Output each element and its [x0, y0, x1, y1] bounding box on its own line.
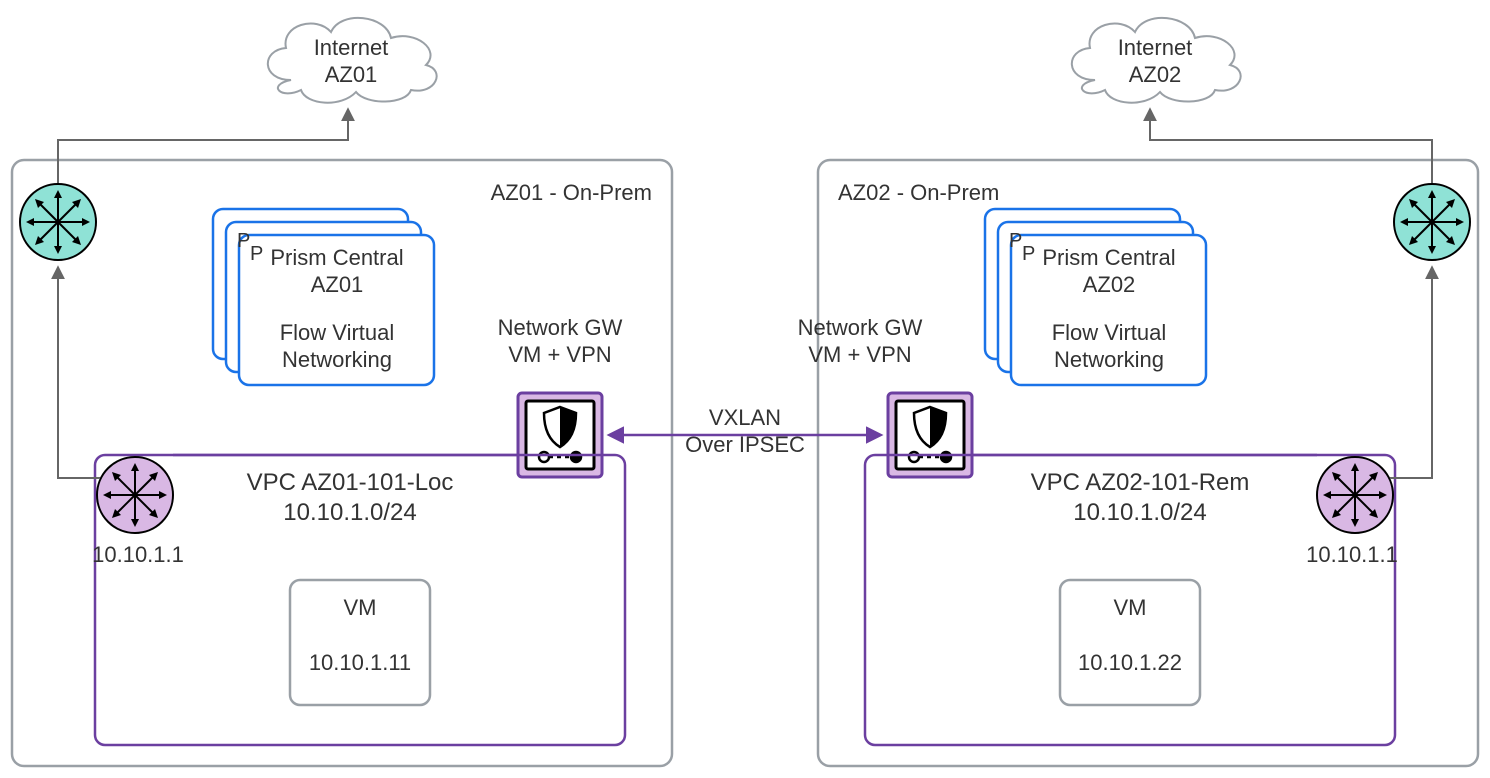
router-teal-right	[1394, 184, 1470, 260]
svg-text:AZ02: AZ02	[1083, 272, 1136, 297]
link-teal-left-to-cloud	[58, 110, 348, 183]
network-diagram: AZ01 - On-Prem AZ02 - On-Prem Internet A…	[0, 0, 1490, 778]
svg-text:VM: VM	[344, 595, 377, 620]
link-label-1: VXLAN	[709, 405, 781, 430]
svg-text:Internet: Internet	[314, 35, 389, 60]
router-purple-right	[1317, 457, 1393, 533]
gw-label-right-1: Network GW	[798, 315, 923, 340]
svg-text:AZ01: AZ01	[311, 272, 364, 297]
link-purple-to-teal-right	[1390, 268, 1432, 478]
router-ip-right: 10.10.1.1	[1306, 542, 1398, 567]
svg-text:Flow Virtual: Flow Virtual	[1052, 320, 1167, 345]
cloud-right: Internet AZ02	[1072, 18, 1241, 103]
gw-label-left-2: VM + VPN	[508, 342, 611, 367]
svg-text:P: P	[250, 243, 263, 265]
vpc-left-line1: VPC AZ01-101-Loc	[247, 469, 454, 496]
svg-text:Prism Central: Prism Central	[1042, 245, 1175, 270]
svg-text:P: P	[1009, 230, 1022, 252]
gw-label-right-2: VM + VPN	[808, 342, 911, 367]
gw-icon-right	[888, 393, 972, 477]
svg-text:P: P	[237, 230, 250, 252]
svg-text:Prism Central: Prism Central	[270, 245, 403, 270]
prism-stack-left: P P Prism Central AZ01 Flow Virtual Netw…	[213, 209, 434, 385]
cloud-left: Internet AZ01	[268, 18, 437, 103]
svg-text:AZ01: AZ01	[325, 62, 378, 87]
gw-label-left-1: Network GW	[498, 315, 623, 340]
link-label-2: Over IPSEC	[685, 432, 805, 457]
az-right-title: AZ02 - On-Prem	[838, 180, 999, 205]
svg-text:Internet: Internet	[1118, 35, 1193, 60]
svg-text:10.10.1.11: 10.10.1.11	[309, 650, 411, 675]
router-ip-left: 10.10.1.1	[92, 542, 184, 567]
prism-stack-right: P P Prism Central AZ02 Flow Virtual Netw…	[985, 209, 1206, 385]
svg-text:10.10.1.22: 10.10.1.22	[1078, 650, 1182, 675]
router-teal-left	[20, 184, 96, 260]
gw-icon-left	[518, 393, 602, 477]
vpc-left-line2: 10.10.1.0/24	[283, 499, 416, 526]
svg-text:VM: VM	[1114, 595, 1147, 620]
vpc-right-line2: 10.10.1.0/24	[1073, 499, 1206, 526]
az-left-title: AZ01 - On-Prem	[491, 180, 652, 205]
svg-text:P: P	[1022, 243, 1035, 265]
svg-text:Networking: Networking	[1054, 347, 1164, 372]
link-teal-right-to-cloud	[1150, 110, 1432, 183]
link-purple-to-teal-left	[58, 268, 100, 478]
svg-text:AZ02: AZ02	[1129, 62, 1182, 87]
vm-box-right: VM 10.10.1.22	[1060, 580, 1200, 705]
vm-box-left: VM 10.10.1.11	[290, 580, 430, 705]
vpc-right-line1: VPC AZ02-101-Rem	[1031, 469, 1250, 496]
svg-text:Flow Virtual: Flow Virtual	[280, 320, 395, 345]
router-purple-left	[97, 457, 173, 533]
svg-text:Networking: Networking	[282, 347, 392, 372]
